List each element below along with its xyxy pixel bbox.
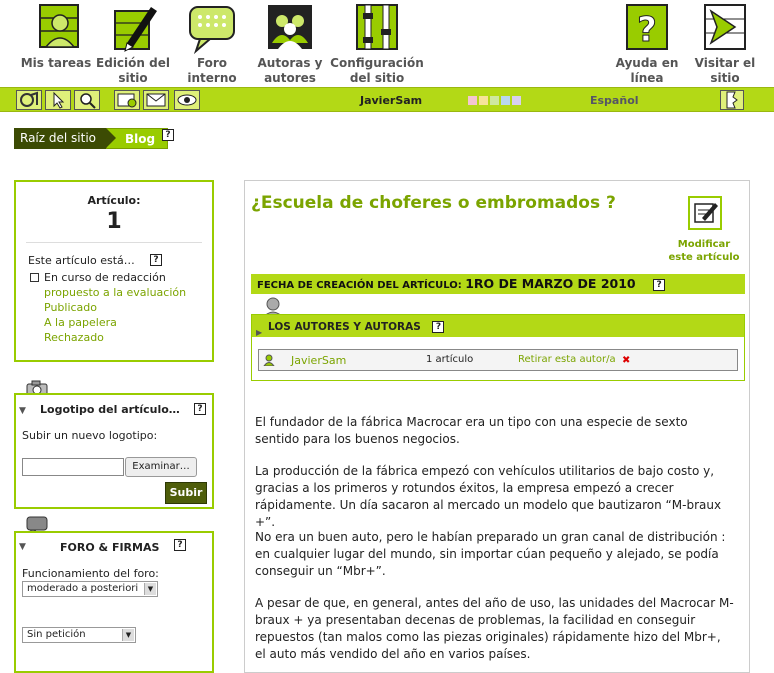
article-info-panel: Artículo: 1 Este artículo está… ? En cur… bbox=[14, 180, 214, 362]
article-paragraph: A pesar de que, en general, antes del añ… bbox=[255, 596, 734, 661]
calendar-icon[interactable] bbox=[114, 90, 140, 110]
checkbox-icon[interactable] bbox=[30, 273, 39, 282]
help-icon[interactable]: ? bbox=[150, 254, 162, 266]
status-list: En curso de redacción propuesto a la eva… bbox=[30, 270, 186, 345]
cursor-icon[interactable] bbox=[45, 90, 71, 110]
nav-my-tasks[interactable]: Mis tareas bbox=[18, 0, 94, 71]
color-swatch[interactable] bbox=[490, 96, 499, 105]
edit-article-link[interactable]: Modificar este artículo bbox=[657, 238, 751, 264]
logo-panel-title: Logotipo del artículo… bbox=[40, 403, 180, 416]
breadcrumb-root-link[interactable]: Raíz del sitio bbox=[14, 128, 116, 149]
author-icon bbox=[263, 354, 275, 369]
nav-label: Foro interno bbox=[187, 56, 237, 85]
upload-label: Subir un nuevo logotipo: bbox=[22, 429, 158, 442]
help-icon[interactable]: ? bbox=[432, 321, 445, 333]
forum-icon bbox=[186, 3, 238, 55]
forum-panel: ▼ FORO & FIRMAS ? Funcionamiento del for… bbox=[14, 531, 214, 673]
signature-select[interactable]: Sin petición ▼ bbox=[22, 627, 136, 643]
expand-triangle-icon[interactable]: ▶ bbox=[256, 321, 262, 345]
creation-date-label: FECHA DE CREACIÓN DEL ARTÍCULO: bbox=[257, 280, 462, 291]
authors-title: LOS AUTORES Y AUTORAS bbox=[268, 321, 421, 333]
author-name-link[interactable]: JavierSam bbox=[291, 354, 346, 367]
svg-text:?: ? bbox=[637, 10, 657, 50]
upload-button[interactable]: Subir bbox=[165, 482, 207, 504]
article-paragraph: La producción de la fábrica empezó con v… bbox=[255, 464, 722, 529]
color-swatch[interactable] bbox=[468, 96, 477, 105]
article-label: Artículo: bbox=[87, 194, 141, 207]
article-paragraph: No era un buen auto, pero le habían prep… bbox=[255, 530, 726, 578]
site-home-icon[interactable] bbox=[16, 90, 42, 110]
creation-date-value: 1RO DE MARZO DE 2010 bbox=[465, 276, 636, 291]
article-title: ¿Escuela de choferes o embromados ? bbox=[251, 193, 616, 213]
nav-authors[interactable]: Autoras y autores bbox=[252, 0, 328, 86]
chevron-down-icon: ▼ bbox=[144, 583, 156, 595]
forum-mode-select[interactable]: moderado a posteriori ▼ bbox=[22, 581, 158, 597]
forum-mode-label: Funcionamiento del foro: bbox=[22, 567, 159, 580]
color-swatch[interactable] bbox=[501, 96, 510, 105]
edit-article-icon[interactable] bbox=[688, 196, 722, 230]
nav-label: Visitar el sitio bbox=[694, 56, 756, 85]
eye-icon[interactable] bbox=[174, 90, 200, 110]
browse-button[interactable]: Examinar… bbox=[125, 457, 197, 477]
status-option[interactable]: Rechazado bbox=[30, 330, 186, 345]
collapse-triangle-icon[interactable]: ▼ bbox=[19, 542, 26, 552]
chevron-down-icon: ▼ bbox=[122, 629, 134, 641]
top-navigation: Mis tareas Edición del sitio Foro intern… bbox=[0, 0, 774, 86]
creation-date-bar: FECHA DE CREACIÓN DEL ARTÍCULO: 1RO DE M… bbox=[251, 274, 745, 294]
language-selector[interactable]: Español bbox=[590, 94, 639, 107]
color-swatch[interactable] bbox=[512, 96, 521, 105]
remove-x-icon[interactable]: ✖ bbox=[622, 355, 630, 366]
color-swatch[interactable] bbox=[479, 96, 488, 105]
tasks-user-icon bbox=[30, 3, 82, 55]
author-article-count: 1 artículo bbox=[426, 354, 474, 365]
nav-site-edit[interactable]: Edición del sitio bbox=[94, 0, 172, 86]
visit-icon bbox=[699, 3, 751, 55]
nav-label: Mis tareas bbox=[20, 56, 92, 70]
authors-icon bbox=[264, 3, 316, 55]
pen-icon bbox=[107, 3, 159, 55]
forum-panel-title: FORO & FIRMAS bbox=[60, 541, 160, 554]
breadcrumb: Raíz del sitio Blog bbox=[14, 128, 169, 149]
status-heading: Este artículo está… bbox=[28, 254, 135, 267]
nav-site-config[interactable]: Configuración del sitio bbox=[328, 0, 426, 86]
page-map-icon[interactable] bbox=[720, 90, 744, 110]
collapse-triangle-icon[interactable]: ▼ bbox=[19, 406, 26, 416]
author-row: JavierSam 1 artículo Retirar esta autor/… bbox=[258, 349, 738, 371]
help-icon[interactable]: ? bbox=[162, 129, 174, 141]
logo-file-input[interactable] bbox=[22, 458, 124, 476]
help-icon[interactable]: ? bbox=[194, 403, 206, 415]
mail-icon[interactable] bbox=[143, 90, 169, 110]
zoom-icon[interactable] bbox=[74, 90, 100, 110]
help-icon: ? bbox=[621, 3, 673, 55]
logo-panel: ▼ Logotipo del artículo… ? Subir un nuev… bbox=[14, 393, 214, 509]
status-current[interactable]: En curso de redacción bbox=[30, 270, 186, 285]
toolbar: JavierSam Español bbox=[0, 87, 774, 112]
help-icon[interactable]: ? bbox=[174, 539, 186, 551]
nav-internal-forum[interactable]: Foro interno bbox=[176, 0, 248, 86]
current-user[interactable]: JavierSam bbox=[360, 94, 422, 107]
authors-panel: ▶ LOS AUTORES Y AUTORAS ? JavierSam 1 ar… bbox=[251, 314, 745, 381]
nav-visit-site[interactable]: Visitar el sitio bbox=[690, 0, 760, 86]
nav-online-help[interactable]: ? Ayuda en línea bbox=[612, 0, 682, 86]
article-number: 1 bbox=[106, 209, 122, 234]
nav-label: Configuración del sitio bbox=[330, 56, 424, 85]
article-paragraph: El fundador de la fábrica Macrocar era u… bbox=[255, 415, 688, 446]
status-option[interactable]: A la papelera bbox=[30, 315, 186, 330]
nav-label: Edición del sitio bbox=[96, 56, 170, 85]
status-option[interactable]: Publicado bbox=[30, 300, 186, 315]
status-option[interactable]: propuesto a la evaluación bbox=[30, 285, 186, 300]
article-main: ¿Escuela de choferes o embromados ? Modi… bbox=[244, 180, 750, 673]
nav-label: Autoras y autores bbox=[257, 56, 323, 85]
nav-label: Ayuda en línea bbox=[615, 56, 679, 85]
config-icon bbox=[351, 3, 403, 55]
remove-author-link[interactable]: Retirar esta autor/a bbox=[518, 354, 616, 365]
help-icon[interactable]: ? bbox=[653, 279, 666, 291]
